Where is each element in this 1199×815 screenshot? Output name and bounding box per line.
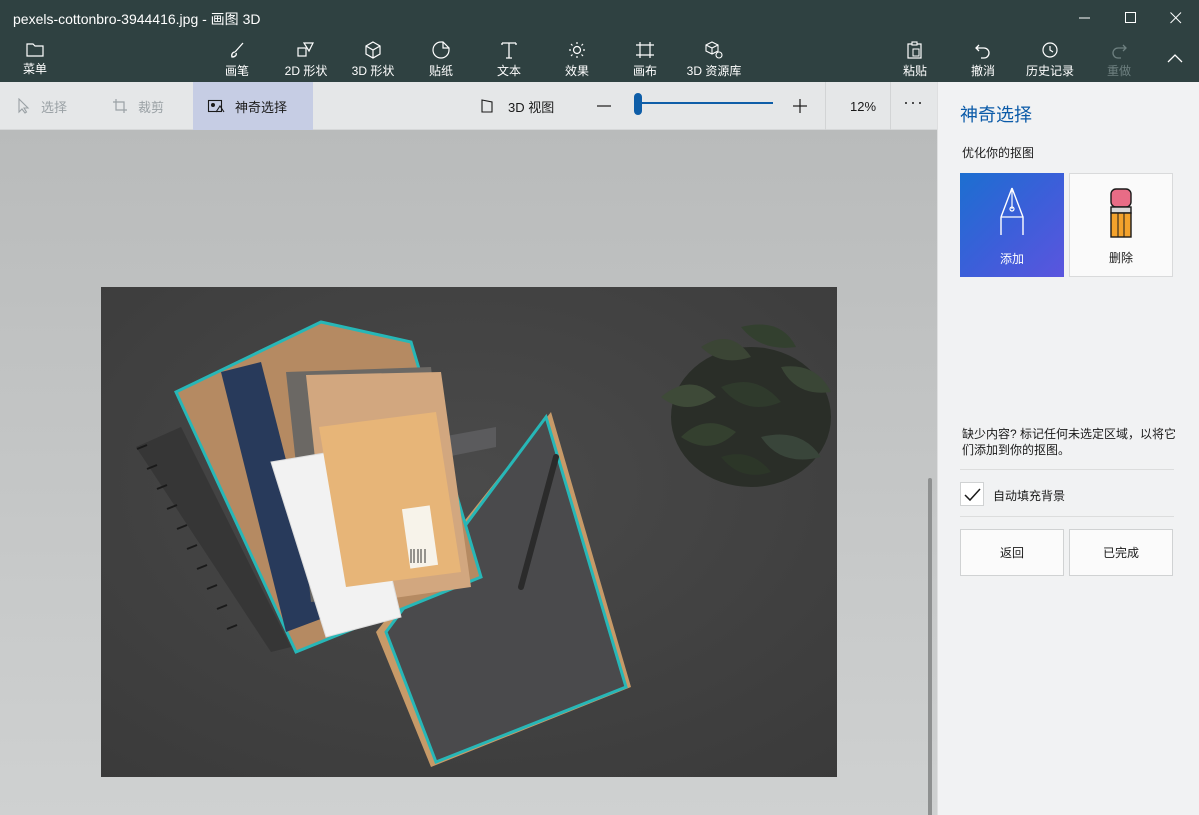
panel-title: 神奇选择 xyxy=(960,105,1032,125)
vertical-scrollbar[interactable] xyxy=(928,478,932,815)
zoom-slider-thumb[interactable] xyxy=(634,93,642,115)
photo-canvas[interactable] xyxy=(101,287,837,777)
chevron-up-icon xyxy=(1167,54,1183,63)
text-icon xyxy=(501,42,517,59)
brush-label: 画笔 xyxy=(224,64,249,78)
undo-button[interactable]: 撤消 xyxy=(966,35,1000,82)
zoom-out-icon[interactable] xyxy=(594,96,614,116)
zoom-in-icon[interactable] xyxy=(790,96,810,116)
3d-view-label: 3D 视图 xyxy=(508,99,555,115)
3d-library-label: 3D 资源库 xyxy=(686,64,742,78)
canvas-label: 画布 xyxy=(632,64,657,78)
autofill-checkbox[interactable] xyxy=(960,482,984,506)
paste-label: 粘贴 xyxy=(902,64,927,78)
select-tool[interactable]: 选择 xyxy=(15,82,67,130)
eraser-icon xyxy=(1110,188,1132,238)
close-icon xyxy=(1170,12,1182,24)
canvas-icon xyxy=(636,42,654,58)
brush-button[interactable]: 画笔 xyxy=(220,35,254,82)
brush-icon xyxy=(231,42,244,58)
folder-icon xyxy=(26,43,44,57)
checkmark-icon xyxy=(964,488,981,502)
shapes-2d-button[interactable]: 2D 形状 xyxy=(282,35,330,82)
redo-button[interactable]: 重做 xyxy=(1102,35,1136,82)
cursor-icon xyxy=(18,98,30,114)
history-icon xyxy=(1042,42,1058,58)
paste-button[interactable]: 粘贴 xyxy=(898,35,932,82)
select-label: 选择 xyxy=(41,99,68,115)
title-bar: pexels-cottonbro-3944416.jpg - 画图 3D xyxy=(0,0,1199,35)
ribbon: 菜单 画笔 2D 形状 3D 形状 贴纸 文本 效果 画布 3D 资源库 粘贴 … xyxy=(0,35,1199,82)
sticker-icon xyxy=(432,41,450,59)
crop-label: 裁剪 xyxy=(138,99,165,115)
menu-button[interactable]: 菜单 xyxy=(18,35,52,82)
pen-icon xyxy=(1000,187,1024,235)
crop-tool[interactable]: 裁剪 xyxy=(112,82,164,130)
effects-label: 效果 xyxy=(564,64,589,78)
divider xyxy=(890,82,891,130)
magic-select-icon xyxy=(207,99,225,113)
close-button[interactable] xyxy=(1153,0,1199,35)
menu-label: 菜单 xyxy=(22,62,47,76)
divider xyxy=(825,82,826,130)
crop-icon xyxy=(113,99,127,113)
back-button[interactable]: 返回 xyxy=(960,529,1064,576)
panel-subtitle: 优化你的抠图 xyxy=(962,146,1035,160)
hint-text: 缺少内容? 标记任何未选定区域，以将它们添加到你的抠图。 xyxy=(962,427,1177,457)
history-label: 历史记录 xyxy=(1025,64,1074,78)
remove-label: 删除 xyxy=(1108,251,1133,265)
magic-select-tool[interactable]: 神奇选择 xyxy=(193,82,313,130)
canvas-button[interactable]: 画布 xyxy=(627,35,663,82)
collapse-ribbon-button[interactable] xyxy=(1160,35,1190,82)
maximize-icon xyxy=(1125,12,1136,23)
window-title: pexels-cottonbro-3944416.jpg - 画图 3D xyxy=(13,11,261,27)
effects-button[interactable]: 效果 xyxy=(559,35,595,82)
remove-button[interactable]: 删除 xyxy=(1069,173,1173,277)
redo-icon xyxy=(1112,44,1127,59)
library-3d-icon xyxy=(705,41,723,59)
minimize-icon xyxy=(1079,17,1090,19)
shapes-2d-label: 2D 形状 xyxy=(284,64,328,78)
stickers-label: 贴纸 xyxy=(428,64,453,78)
history-button[interactable]: 历史记录 xyxy=(1024,35,1076,82)
shapes-3d-button[interactable]: 3D 形状 xyxy=(349,35,397,82)
clipboard-icon xyxy=(907,41,922,59)
shapes-3d-label: 3D 形状 xyxy=(351,64,395,78)
autofill-label[interactable]: 自动填充背景 xyxy=(993,487,1065,504)
redo-label: 重做 xyxy=(1106,64,1131,78)
zoom-percentage: 12% xyxy=(850,99,877,114)
3d-view-icon xyxy=(481,99,493,113)
minimize-button[interactable] xyxy=(1062,0,1108,35)
more-options-button[interactable]: ··· xyxy=(903,92,924,113)
cube-icon xyxy=(365,41,381,59)
done-button[interactable]: 已完成 xyxy=(1069,529,1173,576)
stickers-button[interactable]: 贴纸 xyxy=(423,35,459,82)
divider xyxy=(960,516,1174,517)
zoom-slider-track[interactable] xyxy=(638,102,773,104)
text-button[interactable]: 文本 xyxy=(491,35,527,82)
undo-label: 撤消 xyxy=(970,64,995,78)
add-button[interactable]: 添加 xyxy=(960,173,1064,277)
3d-library-button[interactable]: 3D 资源库 xyxy=(684,35,744,82)
undo-icon xyxy=(975,44,990,59)
add-label: 添加 xyxy=(999,252,1024,266)
divider xyxy=(960,469,1174,470)
sun-icon xyxy=(569,42,585,58)
maximize-button[interactable] xyxy=(1108,0,1154,35)
magic-select-label: 神奇选择 xyxy=(235,99,288,115)
tool-options-bar: 选择 裁剪 神奇选择 3D 视图 xyxy=(0,82,937,130)
3d-view-toggle[interactable]: 3D 视图 xyxy=(480,82,554,130)
text-label: 文本 xyxy=(496,64,521,78)
shapes-2d-icon xyxy=(297,42,314,57)
magic-select-panel: 神奇选择 优化你的抠图 添加 删除 缺少内容? 标记任何未选定区域，以将它们添加… xyxy=(937,82,1199,815)
